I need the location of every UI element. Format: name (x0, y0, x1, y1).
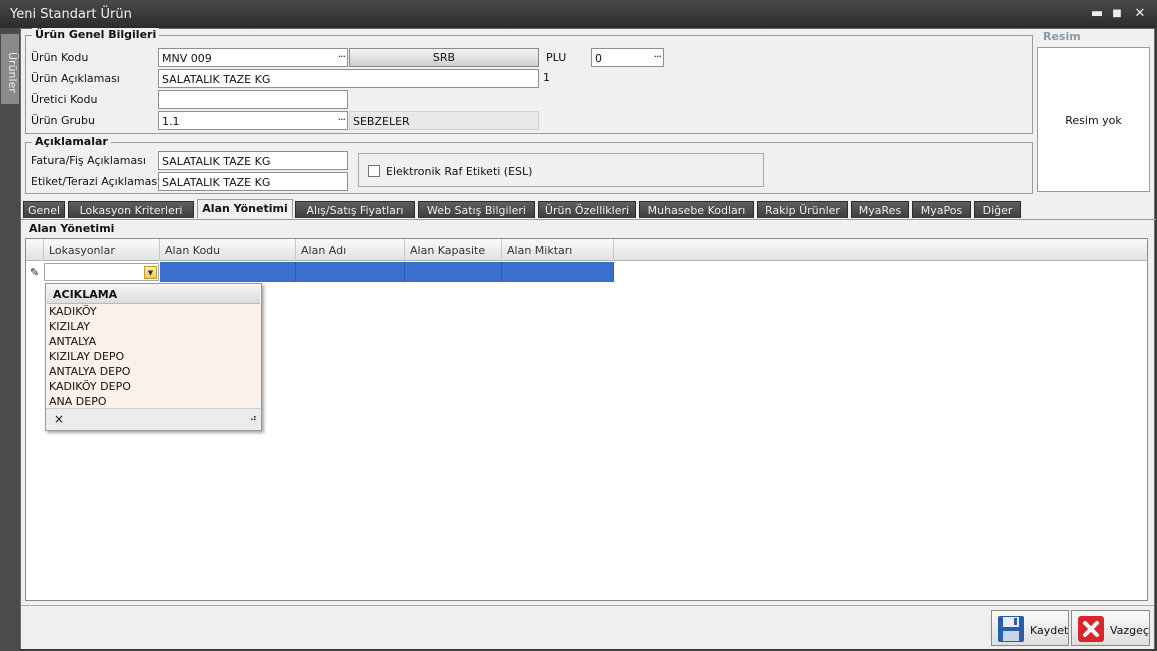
alan-grid: Lokasyonlar Alan Kodu Alan Adı Alan Kapa… (25, 238, 1148, 601)
cell-alan-miktari[interactable] (502, 262, 614, 282)
clear-icon[interactable]: × (54, 412, 64, 426)
cancel-x-icon (1078, 616, 1104, 642)
descriptions-title: Açıklamalar (32, 135, 111, 148)
tab-rakip-urunler[interactable]: Rakip Ürünler (757, 201, 848, 218)
image-title: Resim (1040, 30, 1084, 43)
dropdown-item[interactable]: KIZILAY DEPO (46, 349, 261, 364)
product-group-field[interactable]: 1.1 ··· (158, 111, 348, 130)
general-info-title: Ürün Genel Bilgileri (32, 28, 160, 41)
tab-myares[interactable]: MyaRes (851, 201, 909, 218)
floppy-disk-icon (998, 616, 1024, 642)
product-code-label: Ürün Kodu (31, 51, 89, 64)
main-client: Ürün Genel Bilgileri Ürün Kodu MNV 009 ·… (20, 28, 1156, 649)
dropdown-item[interactable]: ANTALYA DEPO (46, 364, 261, 379)
ellipsis-icon[interactable]: ··· (654, 50, 662, 63)
tab-myapos[interactable]: MyaPos (912, 201, 971, 218)
manufacturer-code-label: Üretici Kodu (31, 93, 98, 106)
footer-bar: Kaydet Vazgeç (21, 605, 1154, 649)
col-alan-adi[interactable]: Alan Adı (296, 239, 405, 261)
cell-alan-adi[interactable] (296, 262, 405, 282)
product-code-field[interactable]: MNV 009 ··· (158, 48, 348, 67)
col-alan-miktari[interactable]: Alan Miktarı (502, 239, 614, 261)
product-group-name: SEBZELER (349, 111, 539, 130)
tab-alis-satis-fiyatlari[interactable]: Alış/Satış Fiyatları (295, 201, 415, 218)
descriptions-group: Açıklamalar Fatura/Fiş Açıklaması SALATA… (25, 135, 1033, 194)
save-button[interactable]: Kaydet (991, 610, 1069, 646)
product-image[interactable]: Resim yok (1037, 47, 1150, 192)
chevron-down-icon[interactable]: ▼ (144, 266, 157, 279)
esl-checkbox[interactable] (368, 165, 380, 177)
side-panel: Ürünler (0, 28, 20, 651)
save-label: Kaydet (1030, 624, 1069, 637)
tab-diger[interactable]: Diğer (974, 201, 1021, 218)
tab-urun-ozellikleri[interactable]: Ürün Özellikleri (538, 201, 636, 218)
lokasyon-combo[interactable]: ▼ (44, 263, 159, 281)
tab-web-satis-bilgileri[interactable]: Web Satış Bilgileri (418, 201, 535, 218)
col-alan-kapasite[interactable]: Alan Kapasite (405, 239, 502, 261)
dropdown-header: ACIKLAMA (47, 284, 260, 304)
dropdown-item[interactable]: KADIKÖY DEPO (46, 379, 261, 394)
cancel-label: Vazgeç (1110, 624, 1149, 637)
tab-lokasyon-kriterleri[interactable]: Lokasyon Kriterleri (68, 201, 194, 218)
row-indicator-header (26, 239, 44, 261)
plu-value: 0 (595, 52, 602, 65)
esl-label: Elektronik Raf Etiketi (ESL) (386, 165, 533, 178)
dropdown-item[interactable]: KIZILAY (46, 319, 261, 334)
esl-box: Elektronik Raf Etiketi (ESL) (358, 153, 764, 187)
lokasyon-dropdown: ACIKLAMA KADIKÖY KIZILAY ANTALYA KIZILAY… (45, 283, 262, 431)
maximize-icon[interactable]: ■ (1107, 5, 1127, 23)
scale-description-field[interactable]: SALATALIK TAZE KG (158, 172, 348, 191)
srb-button[interactable]: SRB (349, 48, 539, 67)
alan-yonetimi-panel: Alan Yönetimi Lokasyonlar Alan Kodu Alan… (21, 219, 1156, 602)
description-counter: 1 (543, 71, 550, 84)
invoice-description-label: Fatura/Fiş Açıklaması (31, 154, 146, 167)
dropdown-item[interactable]: KADIKÖY (46, 304, 261, 319)
resize-grip-icon[interactable]: ⠴ (250, 413, 257, 424)
plu-field[interactable]: 0 ··· (591, 48, 664, 67)
tab-genel[interactable]: Genel (23, 201, 65, 218)
col-alan-kodu[interactable]: Alan Kodu (160, 239, 296, 261)
product-description-label: Ürün Açıklaması (31, 72, 120, 85)
tab-muhasebe-kodlari[interactable]: Muhasebe Kodları (639, 201, 754, 218)
dropdown-item[interactable]: ANTALYA (46, 334, 261, 349)
col-lokasyonlar[interactable]: Lokasyonlar (44, 239, 160, 261)
general-info-group: Ürün Genel Bilgileri Ürün Kodu MNV 009 ·… (25, 28, 1033, 134)
window-titlebar: Yeni Standart Ürün ▬ ■ ✕ (0, 0, 1157, 28)
plu-label: PLU (546, 51, 567, 64)
manufacturer-code-field[interactable] (158, 90, 348, 109)
side-tab-urunler[interactable]: Ürünler (1, 34, 19, 104)
ellipsis-icon[interactable]: ··· (338, 50, 346, 63)
dropdown-footer: × ⠴ (46, 408, 261, 430)
tab-alan-yonetimi[interactable]: Alan Yönetimi (197, 199, 293, 218)
minimize-icon[interactable]: ▬ (1087, 5, 1107, 23)
product-group-value: 1.1 (162, 115, 180, 128)
close-icon[interactable]: ✕ (1130, 5, 1150, 23)
product-code-value: MNV 009 (162, 52, 212, 65)
window-title: Yeni Standart Ürün (10, 7, 132, 22)
edit-row-icon: ✎ (30, 266, 40, 279)
product-group-label: Ürün Grubu (31, 114, 95, 127)
dropdown-item[interactable]: ANA DEPO (46, 394, 261, 409)
cell-alan-kodu[interactable] (160, 262, 296, 282)
panel-title: Alan Yönetimi (29, 222, 115, 235)
tab-strip: Genel Lokasyon Kriterleri Alan Yönetimi … (21, 199, 1156, 219)
cancel-button[interactable]: Vazgeç (1071, 610, 1150, 646)
ellipsis-icon[interactable]: ··· (338, 113, 346, 126)
invoice-description-field[interactable]: SALATALIK TAZE KG (158, 151, 348, 170)
grid-header: Lokasyonlar Alan Kodu Alan Adı Alan Kapa… (26, 239, 1147, 261)
cell-alan-kapasite[interactable] (405, 262, 502, 282)
scale-description-label: Etiket/Terazi Açıklaması (31, 175, 161, 188)
product-description-field[interactable]: SALATALIK TAZE KG (158, 69, 539, 88)
